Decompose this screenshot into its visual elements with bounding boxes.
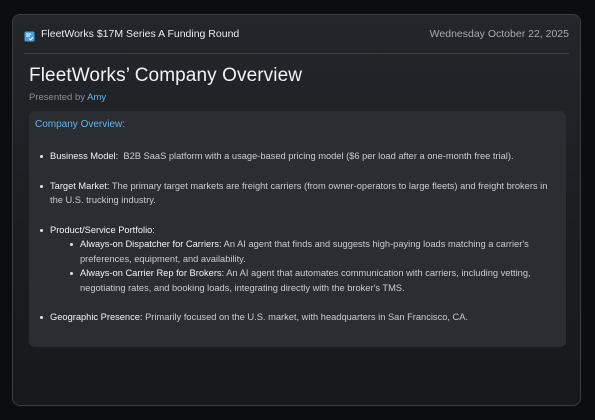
subitem-label: Always-on Dispatcher for Carriers: xyxy=(80,239,222,249)
overview-list: Business Model: B2B SaaS platform with a… xyxy=(35,149,554,325)
item-label: Business Model: xyxy=(50,151,119,161)
item-label: Product/Service Portfolio: xyxy=(50,224,155,235)
list-item: Geographic Presence: Primarily focused o… xyxy=(35,310,554,325)
page-title: FleetWorks’ Company Overview xyxy=(29,65,303,86)
deck-title-group: FleetWorks $17M Series A Funding Round xyxy=(24,28,240,41)
sub-list-item: Always-on Carrier Rep for Brokers: An AI… xyxy=(50,266,554,295)
top-bar: FleetWorks $17M Series A Funding Round W… xyxy=(24,15,569,54)
item-label: Geographic Presence: xyxy=(50,312,143,322)
company-overview-card: Company Overview: Business Model: B2B Sa… xyxy=(29,111,566,347)
list-item: Product/Service Portfolio: Always-on Dis… xyxy=(35,223,554,296)
item-text: B2B SaaS platform with a usage-based pri… xyxy=(123,151,514,161)
document-check-icon xyxy=(24,29,35,41)
list-item: Target Market: The primary target market… xyxy=(35,179,554,208)
item-text: The primary target markets are freight c… xyxy=(50,180,548,206)
sub-list: Always-on Dispatcher for Carriers: An AI… xyxy=(50,237,554,295)
deck-title: FleetWorks $17M Series A Funding Round xyxy=(41,28,240,40)
presented-by: Presented by Amy xyxy=(29,92,106,103)
item-label: Target Market: xyxy=(50,180,110,191)
date-label: Wednesday October 22, 2025 xyxy=(429,28,569,40)
presented-by-label: Presented by xyxy=(29,92,85,103)
card-title: Company Overview: xyxy=(35,119,126,130)
subitem-label: Always-on Carrier Rep for Brokers: xyxy=(80,268,225,278)
presentation-window: FleetWorks $17M Series A Funding Round W… xyxy=(12,14,581,406)
item-text: Primarily focused on the U.S. market, wi… xyxy=(145,312,469,322)
sub-list-item: Always-on Dispatcher for Carriers: An AI… xyxy=(50,237,554,266)
presenter-name: Amy xyxy=(87,92,107,103)
list-item: Business Model: B2B SaaS platform with a… xyxy=(35,149,554,164)
